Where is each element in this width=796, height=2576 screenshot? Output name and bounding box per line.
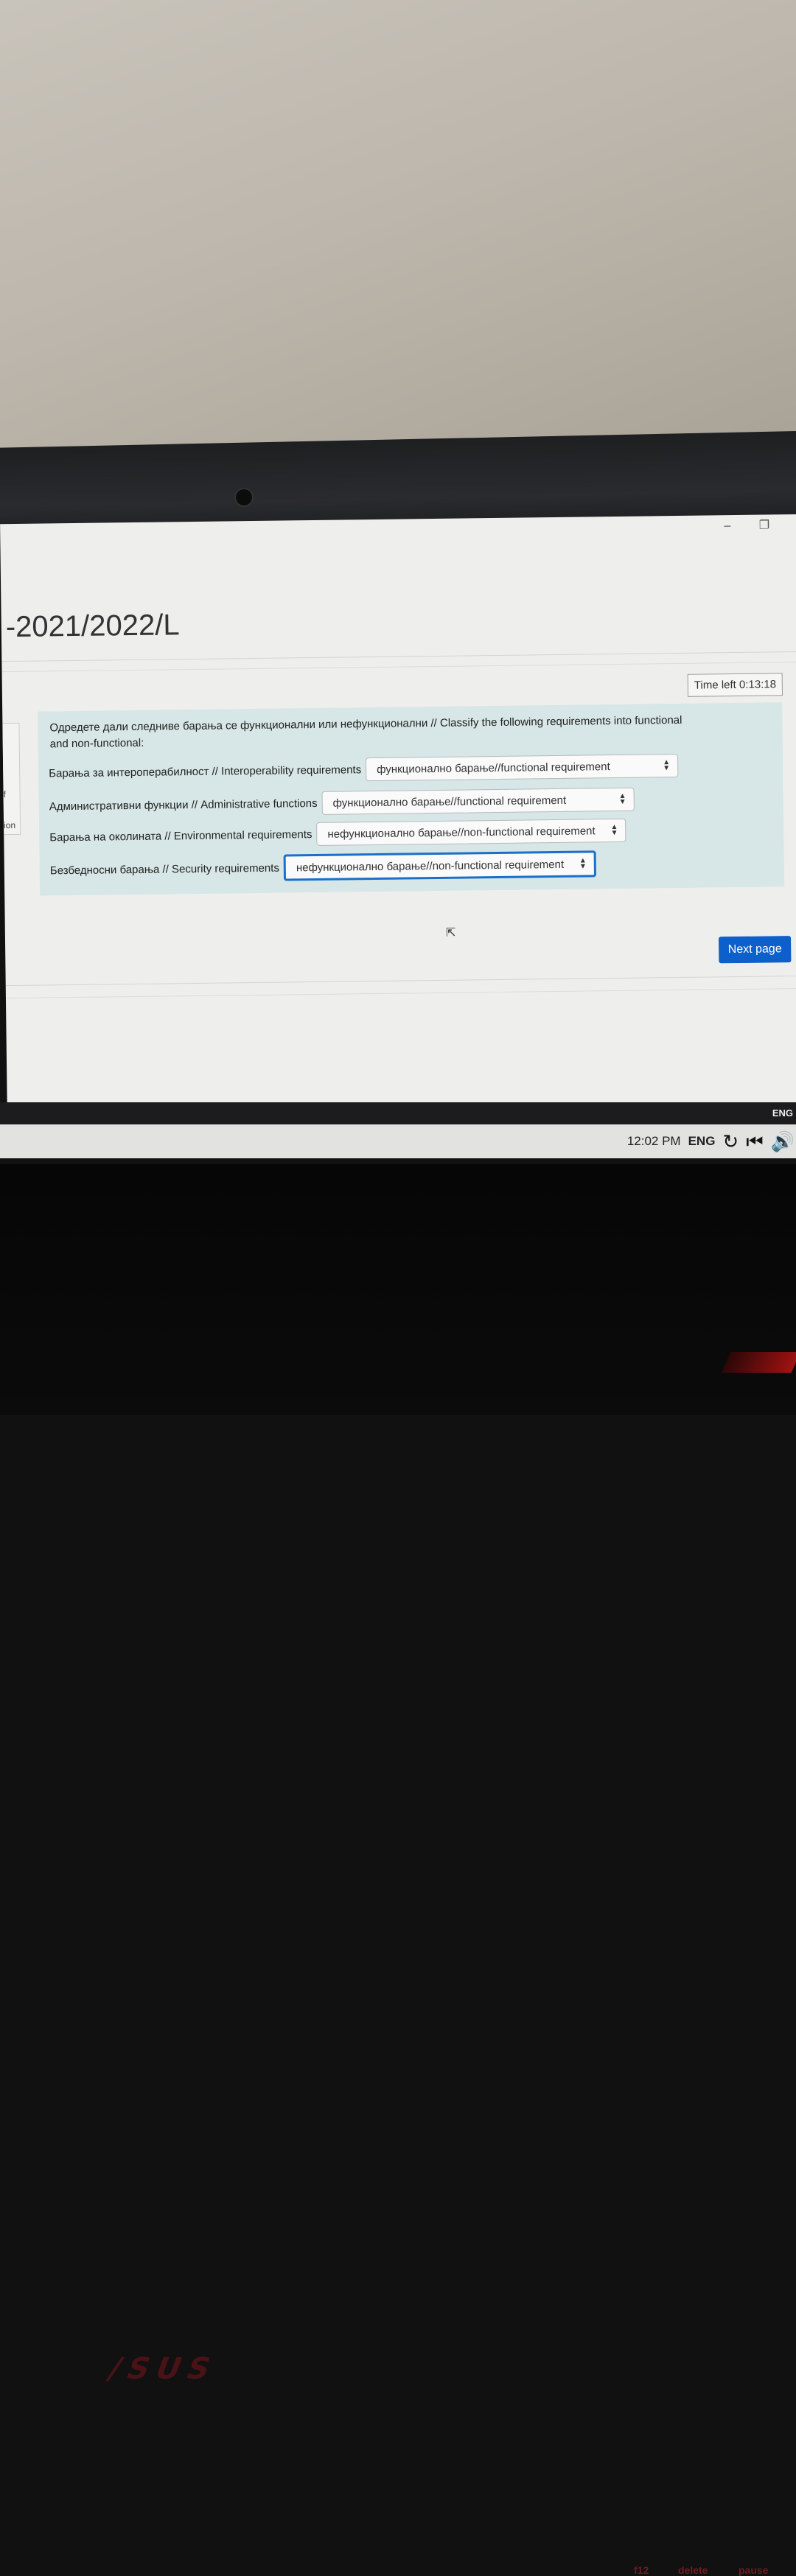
restore-icon[interactable]: ❐ bbox=[759, 519, 770, 531]
selected-option: функционално барање//functional requirem… bbox=[332, 794, 567, 810]
skip-back-icon[interactable]: ⏮ bbox=[746, 1132, 763, 1151]
key-delete: delete bbox=[678, 2564, 708, 2576]
requirement-label: Безбедносни барања // Security requireme… bbox=[49, 861, 279, 877]
quiz-info-panel bbox=[2, 722, 21, 836]
key-pause: pause bbox=[739, 2564, 769, 2576]
select-arrows-icon: ▲ ▼ bbox=[579, 856, 587, 871]
background-wall bbox=[0, 0, 796, 449]
keyboard-deck: /SUS f12 delete pause bbox=[0, 1164, 796, 2576]
selected-option: функционално барање//functional requirem… bbox=[377, 760, 610, 776]
divider bbox=[5, 987, 796, 999]
webcam bbox=[234, 488, 254, 507]
match-row: Административни функции // Administrativ… bbox=[49, 787, 635, 819]
mouse-cursor-icon: ⇱ bbox=[445, 926, 456, 939]
divider bbox=[1, 651, 796, 662]
selected-option: нефункционално барање//non-functional re… bbox=[296, 858, 565, 874]
classification-select[interactable]: нефункционално барање//non-functional re… bbox=[283, 850, 597, 881]
divider bbox=[5, 975, 796, 987]
time-left-badge: Time left 0:13:18 bbox=[687, 673, 783, 697]
requirement-label: Барања на околината // Environmental req… bbox=[49, 827, 313, 844]
system-tray: 12:02 PM ENG ↻ ⏮ 🔊 bbox=[627, 1132, 795, 1151]
course-title: -2021/2022/L bbox=[5, 609, 180, 644]
language-indicator[interactable]: ENG bbox=[688, 1134, 716, 1149]
top-taskbar-strip: ENG bbox=[0, 1102, 796, 1124]
window-controls: – ❐ bbox=[699, 517, 769, 533]
select-arrows-icon: ▲ ▼ bbox=[610, 822, 618, 838]
volume-icon[interactable]: 🔊 bbox=[771, 1132, 795, 1151]
requirement-label: Барања за интероперабилност // Interoper… bbox=[49, 763, 362, 780]
quiz-info-text: ion bbox=[3, 819, 16, 831]
question-box: Одредете дали следниве барања се функцио… bbox=[38, 702, 785, 896]
match-row: Безбедносни барања // Security requireme… bbox=[49, 850, 597, 883]
language-indicator[interactable]: ENG bbox=[772, 1107, 793, 1119]
refresh-icon[interactable]: ↻ bbox=[722, 1132, 739, 1151]
browser-window: – ❐ -2021/2022/L Time left 0:13:18 f ion… bbox=[0, 514, 796, 1116]
classification-select[interactable]: функционално барање//functional requirem… bbox=[321, 787, 635, 815]
match-row: Барања за интероперабилност // Interoper… bbox=[49, 753, 679, 785]
classification-select[interactable]: функционално барање//functional requirem… bbox=[365, 753, 679, 782]
match-row: Барања на околината // Environmental req… bbox=[49, 818, 626, 850]
select-arrows-icon: ▲ ▼ bbox=[618, 791, 626, 806]
power-button-light bbox=[721, 1352, 796, 1373]
quiz-info-text: f bbox=[3, 789, 6, 800]
selected-option: нефункционално барање//non-functional re… bbox=[327, 824, 596, 841]
taskbar: 12:02 PM ENG ↻ ⏮ 🔊 bbox=[0, 1124, 796, 1158]
classification-select[interactable]: нефункционално барање//non-functional re… bbox=[316, 818, 626, 846]
next-page-button[interactable]: Next page bbox=[718, 936, 792, 964]
requirement-label: Административни функции // Administrativ… bbox=[49, 797, 318, 813]
clock[interactable]: 12:02 PM bbox=[627, 1134, 681, 1149]
question-prompt: Одредете дали следниве барања се функцио… bbox=[49, 713, 682, 751]
key-f12: f12 bbox=[634, 2564, 649, 2576]
divider bbox=[1, 661, 796, 673]
brand-logo: /SUS bbox=[103, 2352, 223, 2386]
minimize-icon[interactable]: – bbox=[724, 519, 730, 532]
select-arrows-icon: ▲ ▼ bbox=[663, 758, 671, 773]
